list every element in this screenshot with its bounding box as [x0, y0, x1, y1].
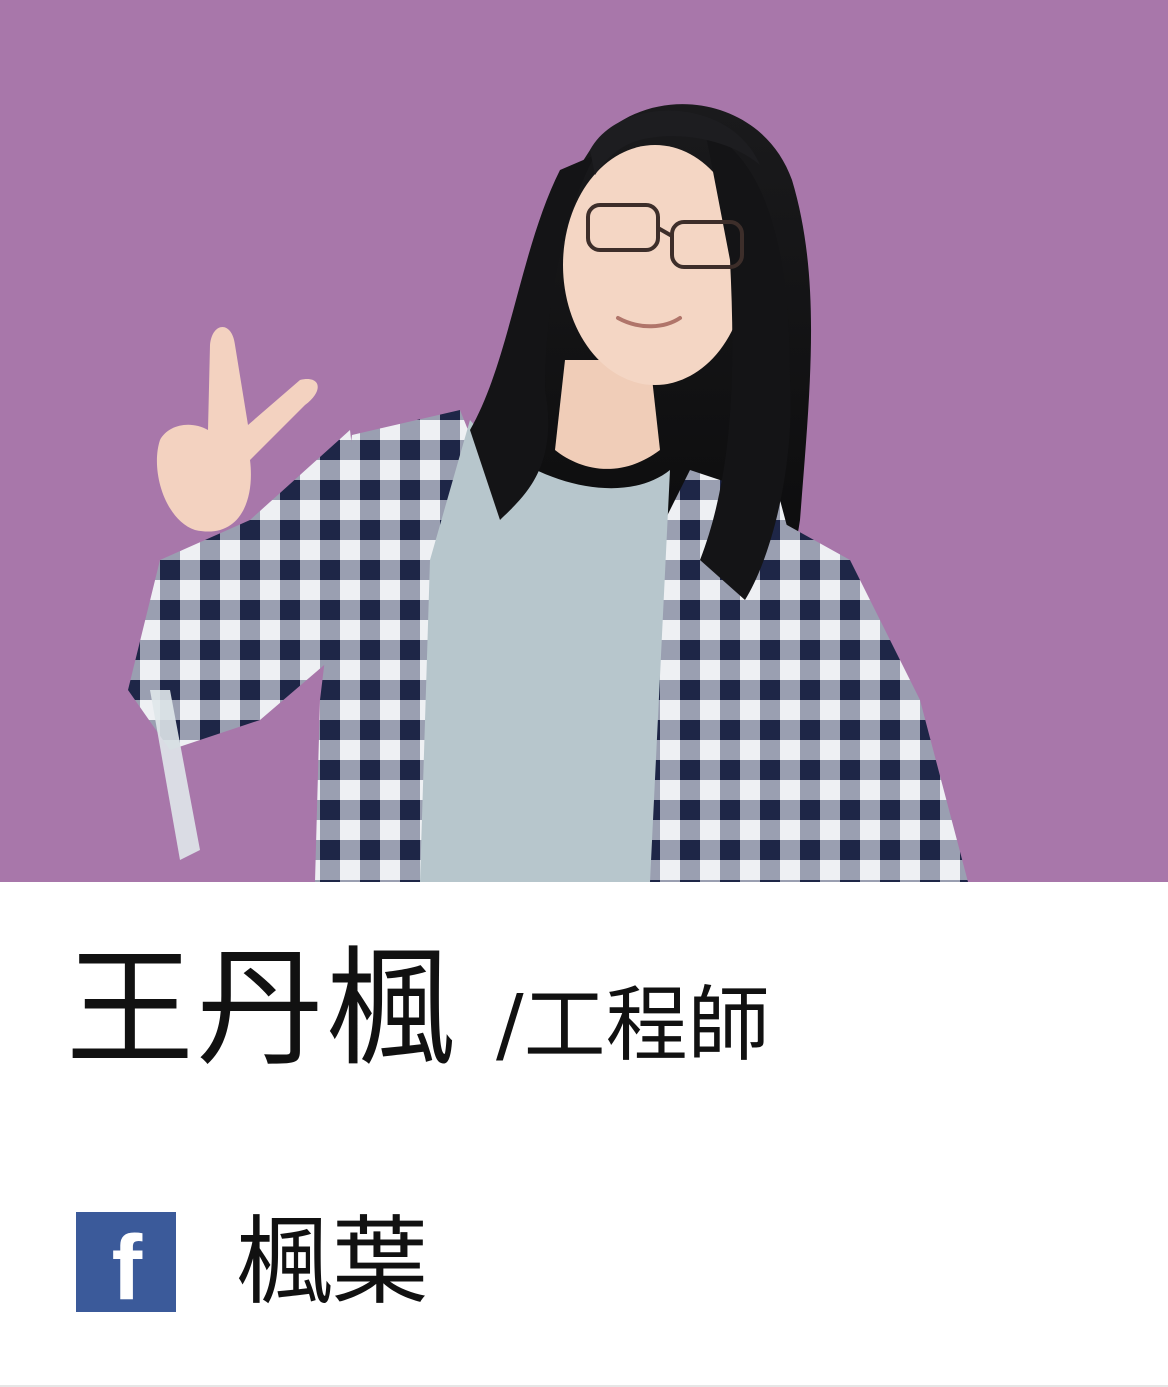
- profile-photo-illustration: [128, 104, 968, 882]
- person-name: 王丹楓: [66, 935, 457, 1084]
- person-role: /工程師: [496, 978, 770, 1073]
- facebook-icon-letter: f: [111, 1216, 143, 1312]
- facebook-link[interactable]: f 楓葉: [76, 1212, 428, 1312]
- facebook-icon: f: [76, 1212, 176, 1312]
- facebook-name: 楓葉: [236, 1206, 428, 1318]
- inner-top: [420, 420, 670, 882]
- profile-card: 王丹楓 /工程師 f 楓葉: [0, 0, 1168, 1387]
- profile-photo: [0, 0, 1168, 882]
- name-role-line: 王丹楓 /工程師: [66, 946, 770, 1074]
- profile-info: 王丹楓 /工程師 f 楓葉: [0, 882, 1168, 1387]
